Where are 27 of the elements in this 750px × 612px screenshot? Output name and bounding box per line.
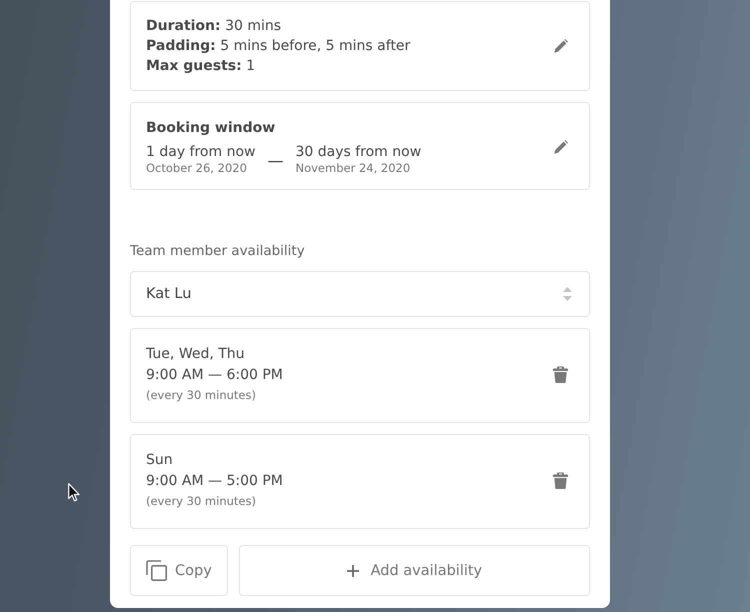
up-down-caret-icon: [563, 287, 572, 301]
range-start-text: 1 day from now: [146, 143, 256, 161]
detail-line: Duration: 30 mins: [146, 17, 282, 36]
section-label: Team member availability: [130, 242, 306, 260]
range-start-date: October 26, 2020: [146, 161, 248, 175]
range-end-text: 30 days from now: [295, 143, 422, 161]
availability-interval: (every 30 minutes): [146, 493, 257, 510]
add-availability-button[interactable]: Add availability: [238, 545, 590, 596]
pencil-icon[interactable]: [554, 140, 568, 154]
trash-icon[interactable]: [553, 366, 568, 382]
card-title: Booking window: [146, 119, 276, 138]
range-end-date: November 24, 2020: [295, 161, 412, 175]
availability-days: Sun: [146, 450, 283, 470]
availability-hours: 9:00 AM — 5:00 PM: [146, 472, 283, 491]
trash-icon[interactable]: [553, 472, 568, 488]
availability-hours: 9:00 AM — 6:00 PM: [146, 366, 283, 385]
availability-days: Tue, Wed, Thu: [146, 344, 283, 364]
detail-line: Padding: 5 mins before, 5 mins after: [146, 37, 410, 56]
detail-line: Max guests: 1: [146, 57, 256, 76]
copy-icon: [146, 560, 167, 581]
mouse-pointer-icon: [68, 483, 80, 502]
copy-button[interactable]: Copy: [130, 545, 228, 596]
pencil-icon[interactable]: [554, 39, 568, 53]
member-select[interactable]: Kat Lu: [130, 271, 590, 317]
plus-icon: [346, 564, 359, 576]
availability-interval: (every 30 minutes): [146, 387, 257, 404]
range-separator: —: [267, 150, 284, 169]
